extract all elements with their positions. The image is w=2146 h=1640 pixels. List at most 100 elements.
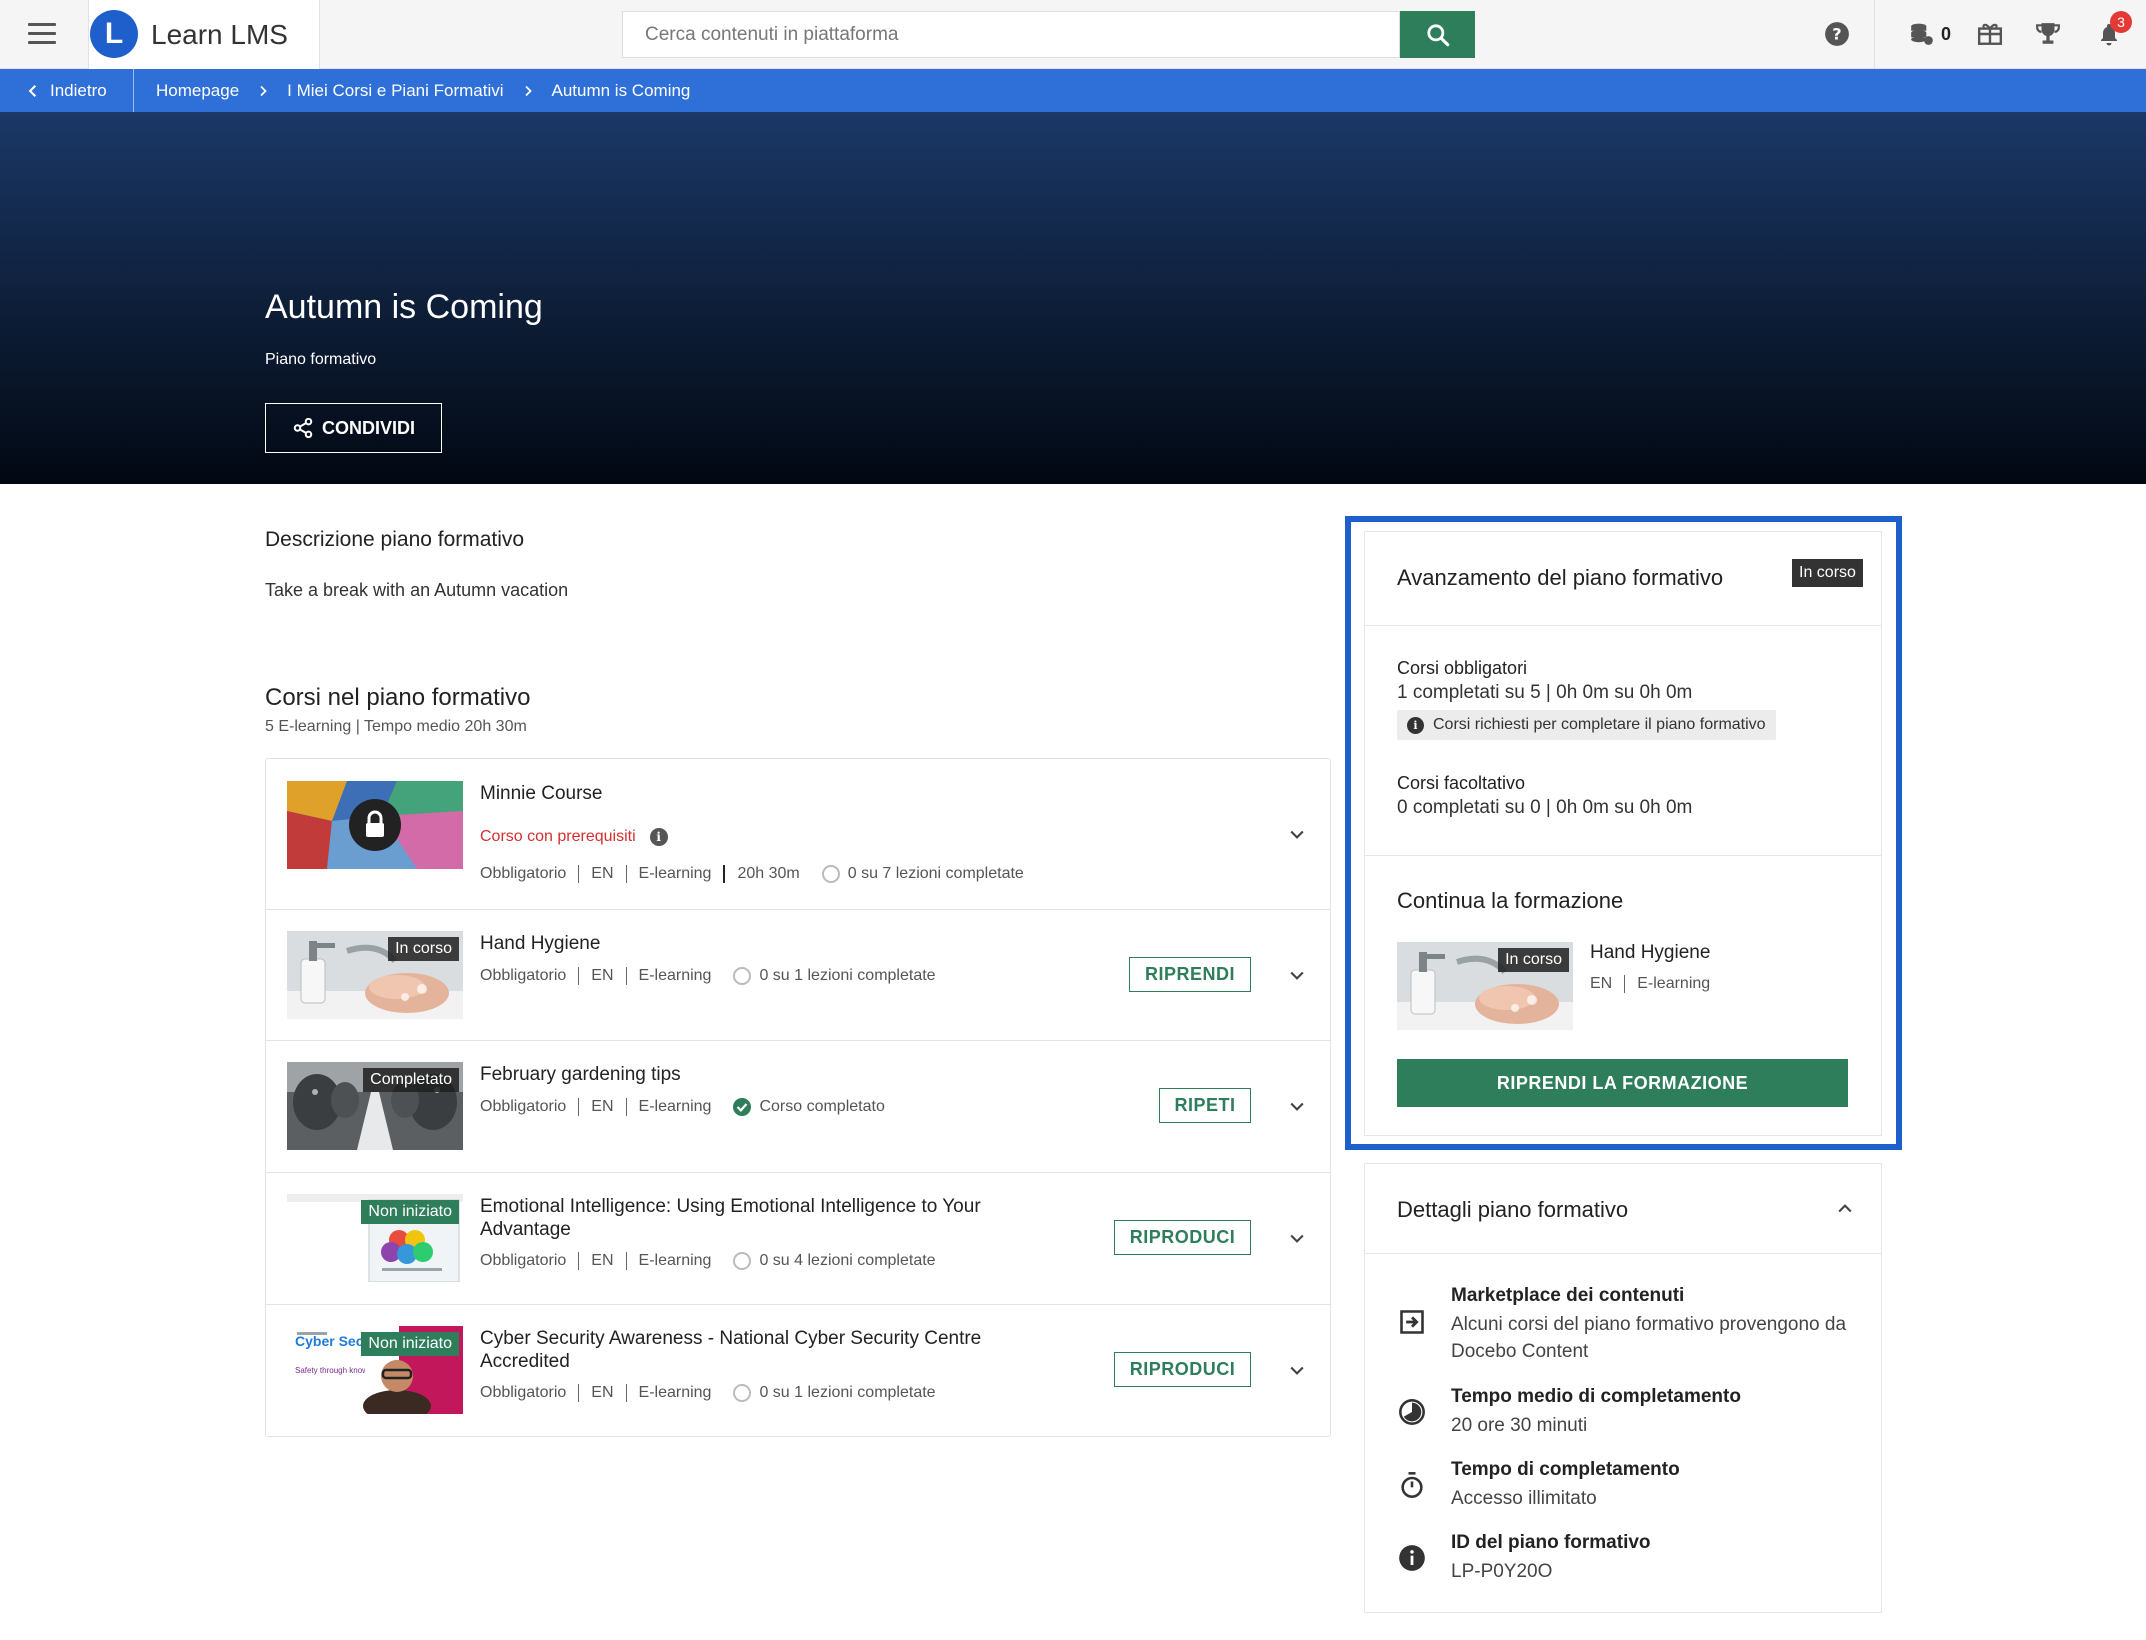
course-meta: Obbligatorio EN E-learning 0 su 4 lezion…: [480, 1252, 936, 1270]
info-icon: [1397, 1543, 1427, 1573]
courses-meta: 5 E-learning | Tempo medio 20h 30m: [265, 718, 527, 735]
continue-course-title[interactable]: Hand Hygiene: [1590, 942, 1710, 964]
course-type: Obbligatorio: [480, 1098, 567, 1115]
chevron-right-icon: [522, 85, 534, 97]
clock-icon: [1397, 1397, 1427, 1427]
divider: [1365, 625, 1881, 626]
chevron-down-icon[interactable]: [1287, 1228, 1307, 1248]
course-meta: Obbligatorio EN E-learning 20h 30m 0 su …: [480, 865, 1024, 883]
marketplace-icon: [1397, 1307, 1427, 1337]
course-title: February gardening tips: [480, 1064, 681, 1085]
brand[interactable]: L Learn LMS: [88, 0, 320, 69]
search-button[interactable]: [1400, 11, 1475, 58]
course-duration: 20h 30m: [737, 865, 800, 882]
progress-circle-icon: [733, 1384, 752, 1402]
prerequisite-label: Corso con prerequisiti i: [480, 828, 668, 846]
breadcrumb-divider: [133, 69, 134, 112]
courses-title: Corsi nel piano formativo: [265, 684, 531, 711]
chevron-down-icon[interactable]: [1287, 1360, 1307, 1380]
trophy-icon[interactable]: [2032, 17, 2064, 51]
prerequisite-text: Corso con prerequisiti: [480, 828, 636, 845]
search-input[interactable]: [622, 11, 1400, 58]
course-meta: Obbligatorio EN E-learning Corso complet…: [480, 1098, 885, 1116]
top-header: L Learn LMS ? 0 3: [0, 0, 2146, 69]
description-text: Take a break with an Autumn vacation: [265, 580, 569, 600]
resume-course-button[interactable]: RIPRENDI: [1129, 957, 1251, 992]
share-button[interactable]: CONDIVIDI: [265, 403, 442, 453]
notifications-badge: 3: [2110, 11, 2132, 33]
mandatory-note-text: Corsi richiesti per completare il piano …: [1433, 716, 1766, 733]
header-divider: [1874, 0, 1875, 69]
description-title: Descrizione piano formativo: [265, 528, 525, 551]
chevron-down-icon[interactable]: [1287, 965, 1307, 985]
course-row[interactable]: Completato February gardening tips Obbli…: [266, 1041, 1330, 1173]
back-button[interactable]: Indietro: [26, 69, 107, 112]
course-thumbnail: Cyber Security Awareness Safety through …: [287, 1326, 463, 1414]
optional-label: Corsi facoltativo: [1397, 773, 1526, 793]
play-course-button[interactable]: RIPRODUCI: [1114, 1220, 1251, 1255]
help-icon[interactable]: ?: [1820, 17, 1854, 51]
progress-title: Avanzamento del piano formativo: [1397, 565, 1724, 590]
menu-icon[interactable]: [28, 23, 56, 45]
notifications-button[interactable]: 3: [2092, 11, 2132, 51]
detail-value: Accesso illimitato: [1451, 1488, 1597, 1509]
course-row[interactable]: Non iniziato Emotional Intelligence: Usi…: [266, 1173, 1330, 1305]
chevron-up-icon[interactable]: [1835, 1199, 1855, 1219]
detail-label: Marketplace dei contenuti: [1451, 1285, 1685, 1306]
details-card: Dettagli piano formativo Marketplace dei…: [1364, 1163, 1882, 1613]
status-badge: In corso: [1792, 559, 1863, 587]
course-type: Obbligatorio: [480, 865, 567, 882]
detail-label: Tempo medio di completamento: [1451, 1386, 1741, 1407]
status-badge: In corso: [1498, 948, 1569, 972]
course-language: EN: [591, 1252, 614, 1269]
course-row[interactable]: Minnie Course Corso con prerequisiti i O…: [266, 759, 1330, 910]
course-format: E-learning: [638, 865, 712, 882]
detail-value: Alcuni corsi del piano formativo proveng…: [1451, 1314, 1847, 1362]
course-progress: 0 su 1 lezioni completate: [759, 1384, 936, 1401]
detail-value: LP-P0Y20O: [1451, 1561, 1553, 1582]
chevron-down-icon[interactable]: [1287, 824, 1307, 844]
course-language: EN: [591, 967, 614, 984]
details-header[interactable]: Dettagli piano formativo: [1365, 1164, 1881, 1254]
progress-card: Avanzamento del piano formativo In corso…: [1364, 531, 1882, 1136]
continue-thumbnail[interactable]: In corso: [1397, 942, 1573, 1030]
course-format: E-learning: [638, 1252, 712, 1269]
course-row[interactable]: Cyber Security Awareness Safety through …: [266, 1305, 1330, 1436]
info-icon[interactable]: i: [649, 828, 668, 846]
course-thumbnail: Non iniziato: [287, 1194, 463, 1282]
brand-logo: L: [90, 10, 138, 58]
course-language: EN: [591, 865, 614, 882]
brand-name: Learn LMS: [151, 19, 288, 50]
status-badge: Non iniziato: [361, 1332, 459, 1356]
course-row[interactable]: In corso Hand Hygiene Obbligatorio EN E-…: [266, 910, 1330, 1041]
chevron-down-icon[interactable]: [1287, 1096, 1307, 1116]
repeat-course-button[interactable]: RIPETI: [1159, 1088, 1251, 1123]
status-badge: In corso: [388, 937, 459, 961]
search-bar: [622, 11, 1475, 58]
course-format: E-learning: [638, 1098, 712, 1115]
detail-value: 20 ore 30 minuti: [1451, 1415, 1588, 1436]
gift-icon[interactable]: [1974, 17, 2006, 51]
breadcrumb-homepage[interactable]: Homepage: [156, 81, 239, 101]
course-list: Minnie Course Corso con prerequisiti i O…: [265, 758, 1331, 1437]
back-label: Indietro: [50, 80, 107, 100]
course-title: Minnie Course: [480, 783, 603, 804]
detail-label: ID del piano formativo: [1451, 1532, 1651, 1553]
progress-circle-icon: [733, 1252, 752, 1270]
play-course-button[interactable]: RIPRODUCI: [1114, 1352, 1251, 1387]
breadcrumb-my-courses[interactable]: I Miei Corsi e Piani Formativi: [287, 81, 503, 101]
share-label: CONDIVIDI: [321, 417, 415, 438]
svg-text:?: ?: [1832, 24, 1841, 43]
continue-course-meta: EN E-learning: [1590, 975, 1710, 993]
search-icon: [1426, 23, 1449, 46]
chevron-left-icon: [28, 84, 37, 97]
breadcrumb: Homepage I Miei Corsi e Piani Formativi …: [156, 69, 690, 112]
coins-counter[interactable]: 0: [1900, 17, 1960, 51]
mandatory-value: 1 completati su 5 | 0h 0m su 0h 0m: [1397, 682, 1693, 703]
course-type: Obbligatorio: [480, 1252, 567, 1269]
course-format: E-learning: [638, 1384, 712, 1401]
course-format: E-learning: [1637, 975, 1711, 992]
breadcrumb-current: Autumn is Coming: [551, 80, 691, 100]
breadcrumb-bar: Indietro Homepage I Miei Corsi e Piani F…: [0, 69, 2146, 112]
resume-training-button[interactable]: RIPRENDI LA FORMAZIONE: [1397, 1059, 1848, 1107]
